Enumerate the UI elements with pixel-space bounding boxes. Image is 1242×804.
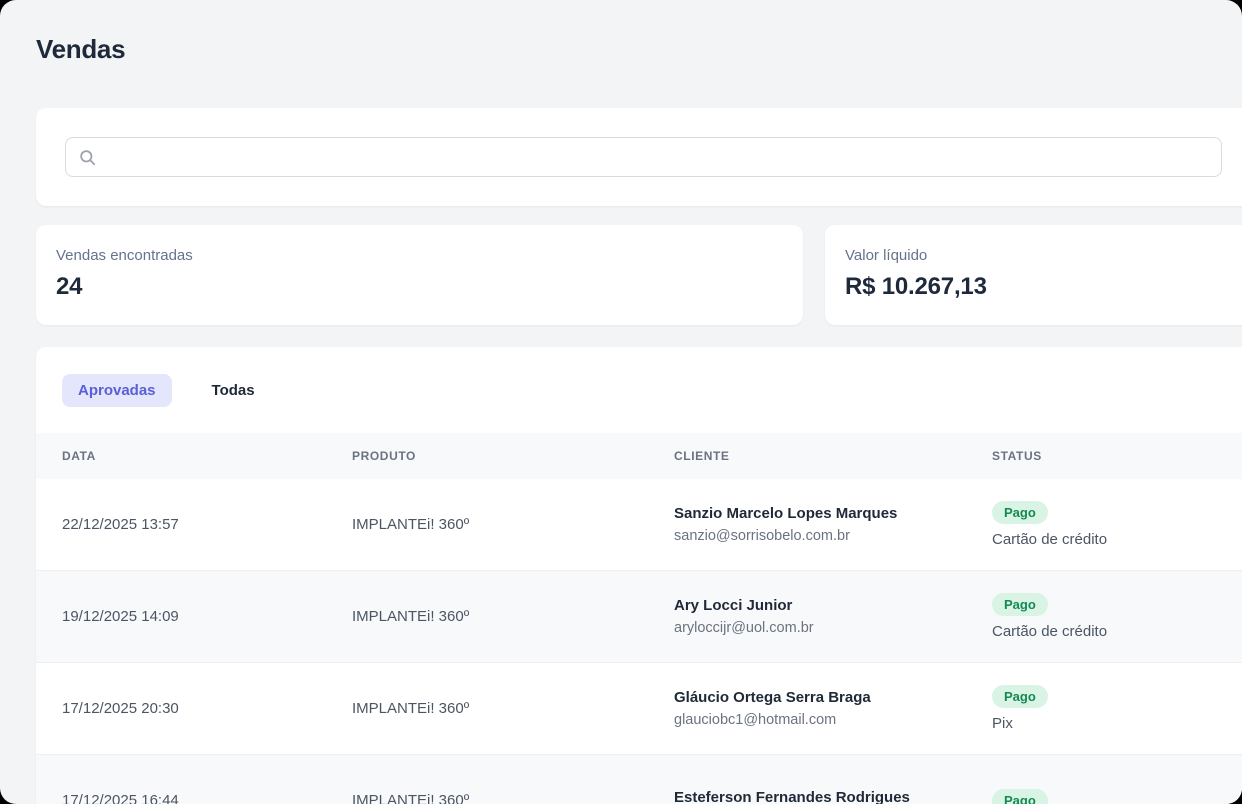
status-badge: Pago [992, 789, 1048, 804]
tabs: Aprovadas Todas [36, 347, 1242, 433]
page-title: Vendas [36, 34, 125, 65]
table-body: 22/12/2025 13:57 IMPLANTEi! 360º Sanzio … [36, 479, 1242, 804]
cell-date: 17/12/2025 20:30 [36, 700, 352, 717]
cell-date: 19/12/2025 14:09 [36, 608, 352, 625]
search-box[interactable] [65, 137, 1222, 177]
cell-product: IMPLANTEi! 360º [352, 792, 674, 804]
stat-value: R$ 10.267,13 [845, 273, 1242, 301]
sales-page: Vendas Vendas encontradas 24 Valor líqui… [0, 0, 1242, 804]
cell-product: IMPLANTEi! 360º [352, 700, 674, 717]
column-header-status: Status [992, 449, 1242, 463]
tab-aprovadas[interactable]: Aprovadas [62, 374, 172, 407]
status-badge: Pago [992, 501, 1048, 524]
column-header-produto: Produto [352, 449, 674, 463]
cell-client: Gláucio Ortega Serra Braga glauciobc1@ho… [674, 689, 992, 728]
search-card [36, 108, 1242, 206]
status-badge: Pago [992, 593, 1048, 616]
table-row[interactable]: 17/12/2025 20:30 IMPLANTEi! 360º Gláucio… [36, 663, 1242, 755]
table-row[interactable]: 22/12/2025 13:57 IMPLANTEi! 360º Sanzio … [36, 479, 1242, 571]
search-icon [78, 148, 97, 167]
cell-status: Pago Cartão de crédito [992, 593, 1242, 640]
search-input[interactable] [105, 149, 1209, 166]
stat-label: Vendas encontradas [56, 247, 783, 264]
cell-product: IMPLANTEi! 360º [352, 516, 674, 533]
cell-client: Sanzio Marcelo Lopes Marques sanzio@sorr… [674, 505, 992, 544]
cell-client: Esteferson Fernandes Rodrigues [674, 789, 992, 804]
status-badge: Pago [992, 685, 1048, 708]
column-header-cliente: Cliente [674, 449, 992, 463]
client-name: Sanzio Marcelo Lopes Marques [674, 505, 992, 522]
payment-method: Pix [992, 715, 1242, 732]
cell-date: 17/12/2025 16:44 [36, 792, 352, 804]
cell-status: Pago Cartão de crédito [992, 501, 1242, 548]
table-row[interactable]: 19/12/2025 14:09 IMPLANTEi! 360º Ary Loc… [36, 571, 1242, 663]
cell-date: 22/12/2025 13:57 [36, 516, 352, 533]
client-name: Esteferson Fernandes Rodrigues [674, 789, 992, 804]
payment-method: Cartão de crédito [992, 623, 1242, 640]
table-row[interactable]: 17/12/2025 16:44 IMPLANTEi! 360º Estefer… [36, 755, 1242, 804]
cell-status: Pago [992, 789, 1242, 804]
payment-method: Cartão de crédito [992, 531, 1242, 548]
client-email: aryloccijr@uol.com.br [674, 620, 992, 636]
tab-todas[interactable]: Todas [196, 374, 271, 407]
stats-row: Vendas encontradas 24 Valor líquido R$ 1… [36, 225, 1242, 325]
sales-table-card: Aprovadas Todas Data Produto Cliente Sta… [36, 347, 1242, 804]
table-header: Data Produto Cliente Status [36, 433, 1242, 479]
cell-client: Ary Locci Junior aryloccijr@uol.com.br [674, 597, 992, 636]
stat-label: Valor líquido [845, 247, 1242, 264]
stat-card-net-value: Valor líquido R$ 10.267,13 [825, 225, 1242, 325]
client-name: Ary Locci Junior [674, 597, 992, 614]
cell-product: IMPLANTEi! 360º [352, 608, 674, 625]
client-name: Gláucio Ortega Serra Braga [674, 689, 992, 706]
stat-card-sales-found: Vendas encontradas 24 [36, 225, 803, 325]
stat-value: 24 [56, 273, 783, 301]
column-header-data: Data [36, 449, 352, 463]
client-email: sanzio@sorrisobelo.com.br [674, 528, 992, 544]
client-email: glauciobc1@hotmail.com [674, 712, 992, 728]
cell-status: Pago Pix [992, 685, 1242, 732]
